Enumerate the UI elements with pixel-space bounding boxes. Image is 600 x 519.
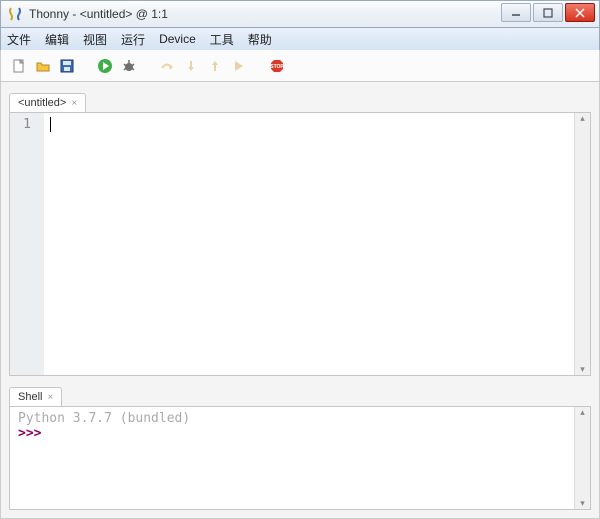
minimize-button[interactable]	[501, 3, 531, 22]
line-gutter: 1	[10, 113, 44, 375]
menu-bar: 文件 编辑 视图 运行 Device 工具 帮助	[0, 28, 600, 50]
code-editor[interactable]	[44, 113, 574, 375]
line-number: 1	[10, 117, 44, 132]
close-shell-tab-icon[interactable]: ×	[47, 392, 53, 403]
shell-version-line: Python 3.7.7 (bundled)	[18, 411, 582, 426]
debug-icon[interactable]	[119, 56, 139, 76]
scroll-down-icon[interactable]: ▾	[580, 364, 585, 375]
scroll-down-icon[interactable]: ▾	[580, 498, 585, 509]
editor-pane: 1 ▴ ▾	[9, 112, 591, 376]
shell-panel: Shell × Python 3.7.7 (bundled) >>> ▴ ▾	[9, 384, 591, 510]
save-icon[interactable]	[57, 56, 77, 76]
editor-tab-label: <untitled>	[18, 97, 66, 109]
caret-icon	[50, 117, 51, 132]
stop-icon[interactable]: STOP	[267, 56, 287, 76]
new-file-icon[interactable]	[9, 56, 29, 76]
window-controls	[501, 3, 595, 22]
svg-text:STOP: STOP	[270, 64, 284, 70]
menu-view[interactable]: 视图	[83, 31, 107, 48]
shell-output[interactable]: Python 3.7.7 (bundled) >>>	[10, 407, 590, 445]
run-icon[interactable]	[95, 56, 115, 76]
menu-tools[interactable]: 工具	[210, 31, 234, 48]
shell-scrollbar[interactable]: ▴ ▾	[574, 407, 590, 509]
window-title: Thonny - <untitled> @ 1:1	[29, 7, 168, 21]
open-folder-icon[interactable]	[33, 56, 53, 76]
close-tab-icon[interactable]: ×	[71, 98, 77, 109]
thonny-logo-icon	[7, 6, 23, 22]
resume-icon[interactable]	[229, 56, 249, 76]
editor-panel: <untitled> × 1 ▴ ▾	[9, 90, 591, 376]
close-button[interactable]	[565, 3, 595, 22]
shell-tab-label: Shell	[18, 391, 42, 403]
editor-tab[interactable]: <untitled> ×	[9, 93, 86, 112]
title-bar: Thonny - <untitled> @ 1:1	[0, 0, 600, 28]
toolbar: STOP	[0, 50, 600, 82]
menu-file[interactable]: 文件	[7, 31, 31, 48]
step-into-icon[interactable]	[181, 56, 201, 76]
shell-pane: Python 3.7.7 (bundled) >>> ▴ ▾	[9, 406, 591, 510]
scroll-up-icon[interactable]: ▴	[580, 113, 585, 124]
shell-tab[interactable]: Shell ×	[9, 387, 62, 406]
menu-device[interactable]: Device	[159, 32, 196, 46]
step-out-icon[interactable]	[205, 56, 225, 76]
shell-prompt: >>>	[18, 426, 582, 441]
step-over-icon[interactable]	[157, 56, 177, 76]
maximize-button[interactable]	[533, 3, 563, 22]
menu-edit[interactable]: 编辑	[45, 31, 69, 48]
editor-scrollbar[interactable]: ▴ ▾	[574, 113, 590, 375]
scroll-up-icon[interactable]: ▴	[580, 407, 585, 418]
client-area: <untitled> × 1 ▴ ▾ Shell ×	[0, 82, 600, 519]
editor-tabrow: <untitled> ×	[9, 90, 591, 112]
shell-tabrow: Shell ×	[9, 384, 591, 406]
menu-run[interactable]: 运行	[121, 31, 145, 48]
menu-help[interactable]: 帮助	[248, 31, 272, 48]
